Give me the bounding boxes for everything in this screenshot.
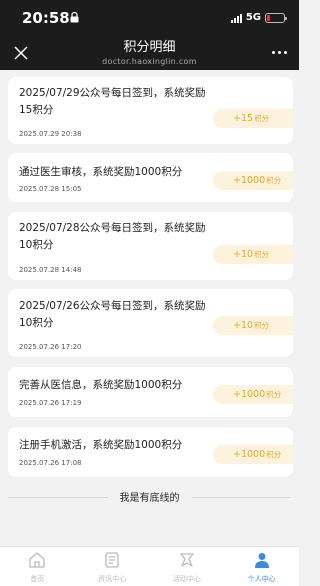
record-card: 2025/07/29公众号每日签到，系统奖励15积分 2025.07.29 20… (8, 77, 293, 144)
points-list: 2025/07/29公众号每日签到，系统奖励15积分 2025.07.29 20… (0, 70, 299, 546)
home-icon (29, 552, 46, 568)
points-badge: +1000 积分 (213, 171, 293, 190)
signal-icon (230, 13, 242, 23)
points-value: +10 (233, 320, 254, 331)
points-value: +15 (233, 113, 254, 124)
record-card: 注册手机激活，系统奖励1000积分 2025.07.26 17:08 +1000… (8, 427, 293, 477)
record-title: 通过医生审核，系统奖励1000积分 (19, 166, 183, 178)
end-of-list-text: 我是有底线的 (107, 489, 192, 504)
record-time: 2025.07.26 17:08 (19, 459, 82, 467)
lock-icon (70, 12, 79, 23)
record-card: 2025/07/26公众号每日签到，系统奖励10积分 2025.07.26 17… (8, 289, 293, 357)
record-time: 2025.07.29 20:38 (19, 130, 82, 138)
points-value: +1000 (233, 389, 266, 400)
record-card: 2025/07/28公众号每日签到，系统奖励10积分 2025.07.28 14… (8, 212, 293, 280)
page-title: 积分明细 (123, 40, 176, 55)
tab-label: 活动中心 (172, 575, 201, 583)
record-time: 2025.07.28 15:05 (19, 185, 82, 193)
record-title: 2025/07/26公众号每日签到，系统奖励10积分 (19, 300, 206, 329)
tab-activity[interactable]: 活动中心 (150, 547, 225, 586)
tab-label: 资讯中心 (98, 575, 127, 583)
points-unit: 积分 (266, 390, 282, 399)
record-title: 2025/07/29公众号每日签到，系统奖励15积分 (19, 87, 206, 116)
points-unit: 积分 (254, 114, 270, 123)
tab-profile[interactable]: 个人中心 (224, 547, 299, 586)
record-time: 2025.07.28 14:48 (19, 266, 82, 274)
status-time: 20:58 (22, 9, 70, 27)
tab-home[interactable]: 首页 (0, 547, 75, 586)
profile-icon (254, 553, 269, 568)
status-bar: 20:58 5G (0, 0, 299, 38)
record-time: 2025.07.26 17:19 (19, 399, 82, 407)
tab-label: 个人中心 (247, 575, 276, 583)
record-card: 通过医生审核，系统奖励1000积分 2025.07.28 15:05 +1000… (8, 153, 293, 202)
record-title: 注册手机激活，系统奖励1000积分 (19, 439, 183, 451)
network-label: 5G (245, 12, 261, 23)
record-title: 2025/07/28公众号每日签到，系统奖励10积分 (19, 222, 206, 251)
tab-label: 首页 (30, 575, 45, 583)
record-title: 完善从医信息，系统奖励1000积分 (19, 379, 183, 391)
points-unit: 积分 (266, 450, 282, 459)
end-of-list: 我是有底线的 (0, 482, 299, 512)
news-icon (105, 552, 119, 568)
battery-icon (265, 12, 287, 23)
tab-bar: 首页 资讯中心 活动中心 个人中心 (0, 546, 299, 586)
record-time: 2025.07.26 17:20 (19, 343, 82, 351)
points-badge: +10 积分 (213, 316, 293, 335)
points-unit: 积分 (266, 176, 282, 185)
tab-news[interactable]: 资讯中心 (75, 547, 150, 586)
points-value: +1000 (233, 449, 266, 460)
points-badge: +1000 积分 (213, 445, 293, 464)
points-value: +10 (233, 249, 254, 260)
activity-icon (180, 553, 194, 567)
page-domain: doctor.haoxinglin.com (102, 57, 197, 66)
points-unit: 积分 (254, 250, 270, 259)
points-badge: +15 积分 (213, 109, 293, 128)
record-card: 完善从医信息，系统奖励1000积分 2025.07.26 17:19 +1000… (8, 367, 293, 417)
points-unit: 积分 (254, 321, 270, 330)
points-value: +1000 (233, 175, 266, 186)
more-icon[interactable] (272, 51, 287, 54)
title-bar: 积分明细 doctor.haoxinglin.com (0, 38, 299, 70)
points-badge: +1000 积分 (213, 385, 293, 404)
points-badge: +10 积分 (213, 245, 293, 264)
